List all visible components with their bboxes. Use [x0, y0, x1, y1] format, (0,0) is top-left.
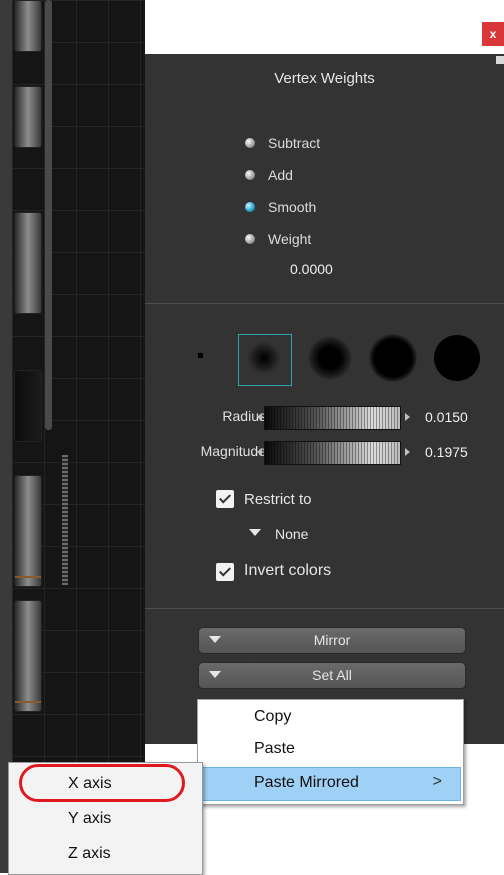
invert-colors-checkbox[interactable] — [216, 563, 234, 581]
viewport[interactable] — [12, 0, 145, 873]
divider — [145, 608, 504, 609]
weight-value[interactable]: 0.0000 — [290, 261, 333, 277]
close-button[interactable]: x — [482, 22, 504, 46]
radio-label: Weight — [268, 231, 312, 247]
divider — [145, 303, 504, 304]
magnitude-slider[interactable] — [264, 441, 401, 465]
menu-item-label: Paste — [254, 740, 295, 757]
set-all-button[interactable]: Set All — [198, 662, 466, 689]
radius-slider[interactable] — [264, 406, 401, 430]
radius-increase-icon[interactable] — [405, 413, 410, 421]
annotation-highlight-ring — [19, 764, 185, 802]
left-tool-strip — [0, 0, 12, 873]
magnitude-value[interactable]: 0.1975 — [425, 444, 468, 460]
radio-dot-icon — [245, 234, 255, 244]
shelf-thumbnail[interactable] — [14, 600, 42, 712]
radio-label: Add — [268, 167, 293, 183]
radio-selected-dot-icon — [245, 202, 255, 212]
magnitude-label: Magnitude — [200, 443, 266, 459]
mirror-button[interactable]: Mirror — [198, 627, 466, 654]
radio-dot-icon — [245, 170, 255, 180]
brush-soft-small-icon[interactable] — [247, 341, 281, 375]
restrict-to-dropdown[interactable]: None — [275, 526, 308, 542]
invert-colors-label: Invert colors — [244, 562, 332, 579]
radius-label: Radius — [222, 408, 266, 424]
dock-icon[interactable] — [496, 56, 504, 64]
shelf-thumbnail[interactable] — [14, 475, 42, 587]
restrict-to-checkbox[interactable] — [216, 490, 234, 508]
panel-title: Vertex Weights — [274, 70, 375, 87]
set-all-button-label: Set All — [312, 667, 352, 683]
mirror-button-label: Mirror — [313, 632, 351, 648]
submenu-item-z-axis[interactable]: Z axis — [9, 839, 202, 869]
brush-soft-medium-icon[interactable] — [308, 336, 352, 380]
magnitude-decrease-icon[interactable] — [257, 448, 262, 456]
menu-item-label: Paste Mirrored — [254, 774, 359, 791]
menu-item-copy[interactable]: Copy — [198, 702, 463, 734]
menu-item-label: Copy — [254, 708, 292, 725]
radio-label: Subtract — [268, 135, 321, 151]
menu-item-paste[interactable]: Paste — [198, 734, 463, 766]
radio-label: Smooth — [268, 199, 317, 215]
shelf-thumbnail[interactable] — [14, 86, 42, 148]
brush-hard-icon[interactable] — [434, 335, 480, 381]
shelf-thumbnail[interactable] — [14, 0, 42, 52]
viewport-scrollbar[interactable] — [45, 0, 52, 430]
magnitude-increase-icon[interactable] — [405, 448, 410, 456]
restrict-dropdown-icon[interactable] — [249, 529, 261, 536]
shelf-thumbnail[interactable] — [14, 370, 42, 442]
resize-grip[interactable] — [62, 455, 68, 585]
submenu-arrow-icon: > — [432, 773, 442, 790]
restrict-to-label: Restrict to — [244, 491, 312, 508]
brush-soft-large-icon[interactable] — [369, 334, 417, 382]
submenu-item-y-axis[interactable]: Y axis — [9, 804, 202, 834]
panel-titlebar — [145, 0, 504, 54]
submenu-item-label: Y axis — [68, 810, 112, 827]
menu-item-paste-mirrored[interactable]: Paste Mirrored > — [201, 767, 461, 801]
brush-tiny-icon[interactable] — [198, 353, 203, 358]
submenu-item-label: Z axis — [68, 845, 111, 862]
radius-decrease-icon[interactable] — [257, 413, 262, 421]
radio-dot-icon — [245, 138, 255, 148]
shelf-thumbnail[interactable] — [14, 212, 42, 314]
radius-value[interactable]: 0.0150 — [425, 409, 468, 425]
context-menu: Copy Paste Paste Mirrored > — [197, 699, 464, 805]
